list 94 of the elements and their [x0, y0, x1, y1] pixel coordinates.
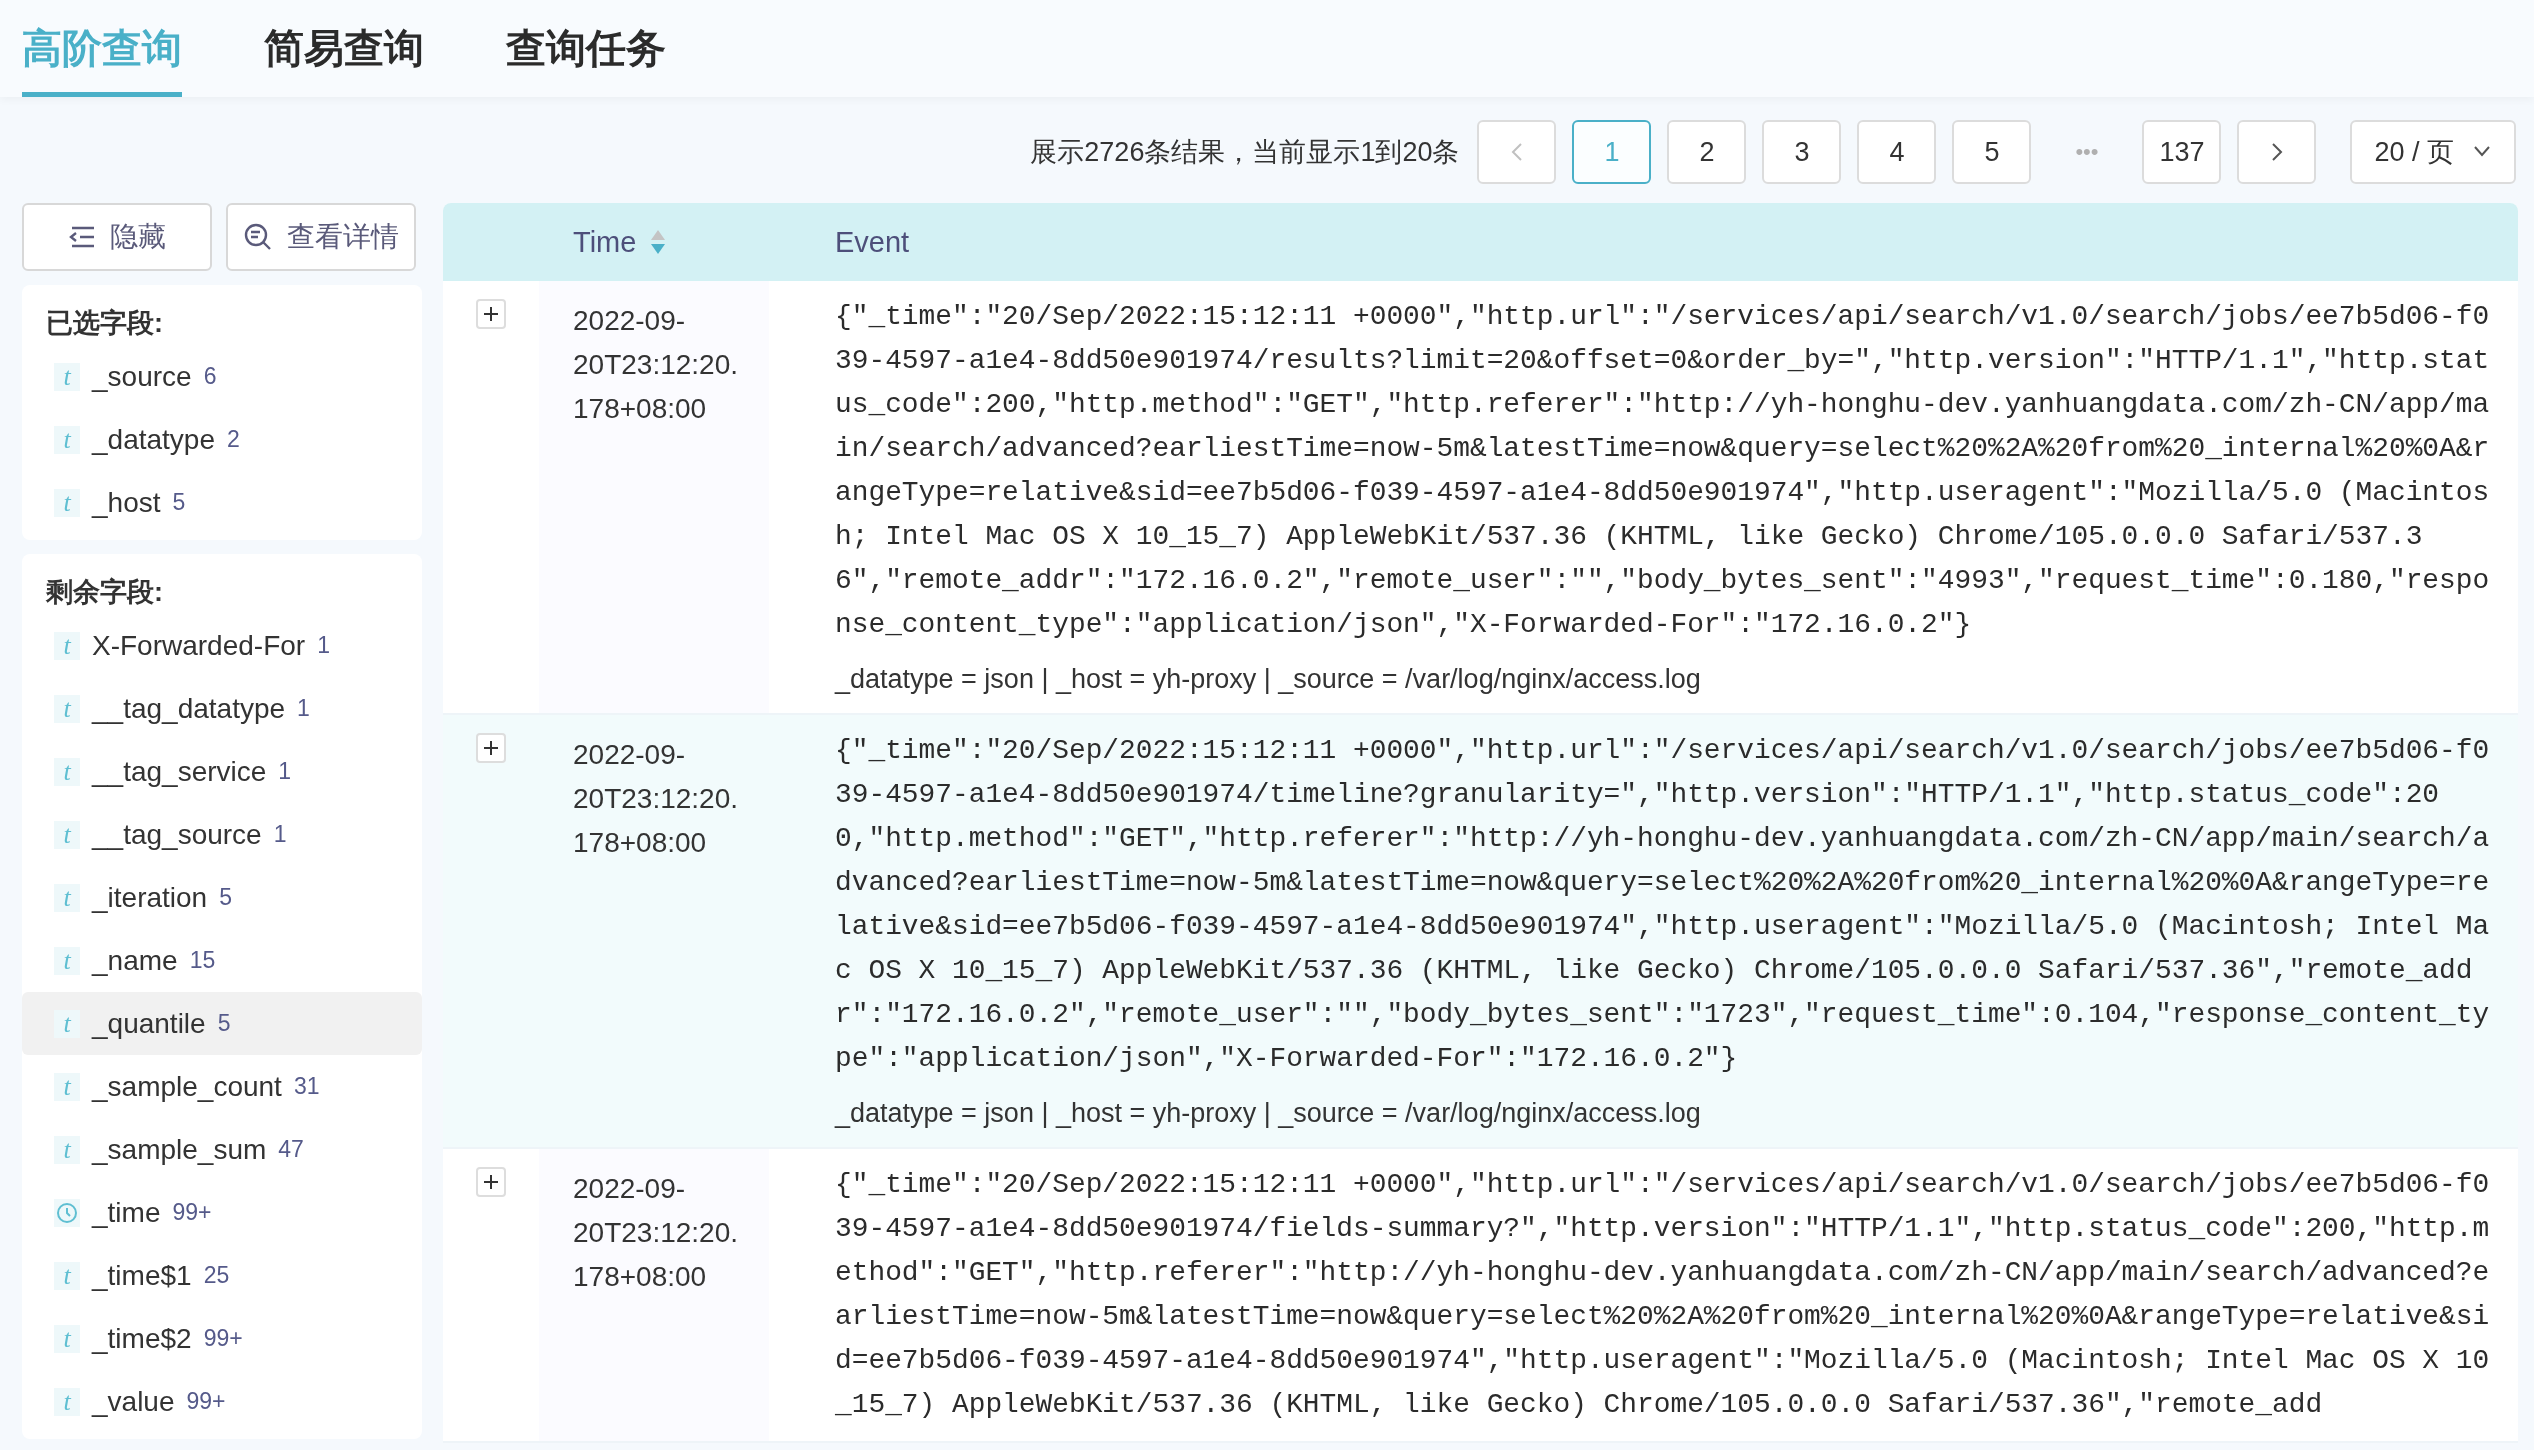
field-name: _iteration [92, 881, 208, 914]
text-type-icon: t [54, 1072, 80, 1101]
field-item[interactable]: t _quantile 5 [22, 992, 422, 1055]
page-size-select[interactable]: 20 / 页 [2350, 120, 2516, 184]
text-type-icon: t [54, 820, 80, 849]
page-button[interactable]: 137 [2142, 120, 2222, 184]
plus-icon [482, 739, 500, 757]
field-item[interactable]: t _time$2 99+ [22, 1307, 422, 1370]
field-count: 25 [203, 1262, 230, 1289]
field-name: _quantile [92, 1007, 206, 1040]
field-item[interactable]: t __tag_source 1 [22, 803, 422, 866]
text-type-icon: t [54, 488, 80, 517]
field-name: __tag_source [92, 818, 262, 851]
text-type-icon: t [54, 1261, 80, 1290]
text-type-icon: t [54, 1135, 80, 1164]
field-name: _host [92, 486, 161, 519]
field-count: 15 [189, 947, 216, 974]
text-type-icon: t [54, 946, 80, 975]
field-name: _datatype [92, 423, 215, 456]
field-count: 1 [273, 821, 287, 848]
field-count: 99+ [172, 1199, 212, 1226]
field-item[interactable]: t _value 99+ [22, 1370, 422, 1433]
field-item[interactable]: t X-Forwarded-For 1 [22, 614, 422, 677]
field-name: _sample_sum [92, 1133, 267, 1166]
section-title: 剩余字段: [45, 576, 164, 609]
field-name: _time$1 [92, 1259, 192, 1292]
field-item[interactable]: t _name 15 [22, 929, 422, 992]
text-type-icon: t [54, 631, 80, 660]
field-item[interactable]: t _iteration 5 [22, 866, 422, 929]
field-item[interactable]: t __tag_service 1 [22, 740, 422, 803]
tab[interactable]: 查询任务 [506, 0, 666, 97]
result-summary: 展示2726条结果，当前显示1到20条 [1030, 136, 1460, 169]
column-header[interactable]: Time [573, 225, 637, 259]
field-item[interactable]: t _sample_sum 47 [22, 1118, 422, 1181]
text-type-icon: t [54, 425, 80, 454]
field-item[interactable]: t _host 5 [22, 471, 422, 534]
field-count: 99+ [203, 1325, 243, 1352]
expand-button[interactable] [476, 1167, 506, 1197]
time-cell: 2022-09-20T23:12:20.178+08:00 [573, 739, 739, 858]
field-item[interactable]: t _sample_count 31 [22, 1055, 422, 1118]
page-button[interactable]: 5 [1952, 120, 2032, 184]
expand-button[interactable] [476, 299, 506, 329]
field-item[interactable]: t __tag_datatype 1 [22, 677, 422, 740]
toolbar-button[interactable]: 隐藏 [22, 203, 212, 271]
field-count: 1 [278, 758, 292, 785]
field-item[interactable]: t _datatype 2 [22, 408, 422, 471]
page-button[interactable]: 2 [1667, 120, 1747, 184]
field-item[interactable]: t _time$1 25 [22, 1244, 422, 1307]
search-icon [243, 222, 273, 252]
text-type-icon: t [54, 1387, 80, 1416]
field-item[interactable]: t _source 6 [22, 345, 422, 408]
time-cell: 2022-09-20T23:12:20.178+08:00 [573, 305, 739, 424]
field-count: 6 [203, 363, 217, 390]
event-text: {"_time":"20/Sep/2022:15:12:11 +0000","http.url":"/services/api/search/v1.0/search/jobs/ee7b5d06-f039-4597-a1e4-8dd50e901974/results?limit=20&offset=0&order_by=","http.version":"HTTP/1.1","http.status_code":200,"http.method":"GET","http.referer":"http://yh-honghu-dev.yanhuangdata.com/zh-CN/app/main/search/advanced?earliestTime=now-5m&latestTime=now&query=select%20%2A%20from%20_internal%20%0A&rangeType=relative&sid=ee7b5d06-f039-4597-a1e4-8dd50e901974","http.useragent":"Mozilla/5.0 (Macintosh; Intel Mac OS X 10_15_7) AppleWebKit/537.36 (KHTML, like Gecko) Chrome/105.0.0.0 Safari/537.36","remote_addr":"172.16.0.2","remote_user":"","body_bytes_sent":"4993","request_time":0.180,"response_content_type":"application/json","X-Forwarded-For":"172.16.0.2"} [835, 300, 2491, 642]
field-count: 31 [293, 1073, 320, 1100]
expand-button[interactable] [476, 733, 506, 763]
column-header: Event [835, 225, 910, 259]
field-name: __tag_service [92, 755, 267, 788]
field-name: _sample_count [92, 1070, 282, 1103]
field-item[interactable]: _time 99+ [22, 1181, 422, 1244]
field-count: 47 [278, 1136, 304, 1163]
indent-icon [68, 225, 96, 249]
field-count: 1 [317, 632, 330, 659]
field-name: _value [92, 1385, 175, 1418]
event-text: {"_time":"20/Sep/2022:15:12:11 +0000","http.url":"/services/api/search/v1.0/search/jobs/ee7b5d06-f039-4597-a1e4-8dd50e901974/fields-summary?","http.version":"HTTP/1.1","http.status_code":200,"http.method":"GET","http.referer":"http://yh-honghu-dev.yanhuangdata.com/zh-CN/app/main/search/advanced?earliestTime=now-5m&latestTime=now&query=select%20%2A%20from%20_internal%20%0A&rangeType=relative&sid=ee7b5d06-f039-4597-a1e4-8dd50e901974","http.useragent":"Mozilla/5.0 (Macintosh; Intel Mac OS X 10_15_7) AppleWebKit/537.36 (KHTML, like Gecko) Chrome/105.0.0.0 Safari/537.36","remote_add [835, 1168, 2491, 1422]
text-type-icon: t [54, 1009, 80, 1038]
field-count: 99+ [186, 1388, 226, 1415]
tab[interactable]: 简易查询 [264, 0, 424, 97]
event-text: {"_time":"20/Sep/2022:15:12:11 +0000","http.url":"/services/api/search/v1.0/search/jobs/ee7b5d06-f039-4597-a1e4-8dd50e901974/timeline?granularity=","http.version":"HTTP/1.1","http.status_code":200,"http.method":"GET","http.referer":"http://yh-honghu-dev.yanhuangdata.com/zh-CN/app/main/search/advanced?earliestTime=now-5m&latestTime=now&query=select%20%2A%20from%20_internal%20%0A&rangeType=relative&sid=ee7b5d06-f039-4597-a1e4-8dd50e901974","http.useragent":"Mozilla/5.0 (Macintosh; Intel Mac OS X 10_15_7) AppleWebKit/537.36 (KHTML, like Gecko) Chrome/105.0.0.0 Safari/537.36","remote_addr":"172.16.0.2","remote_user":"","body_bytes_sent":"1723","request_time":0.104,"response_content_type":"application/json","X-Forwarded-For":"172.16.0.2"} [835, 734, 2491, 1076]
toolbar-button[interactable]: 查看详情 [226, 203, 416, 271]
plus-icon [482, 1173, 500, 1191]
field-count: 1 [297, 695, 310, 722]
text-type-icon: t [54, 883, 80, 912]
field-name: _source [92, 360, 192, 393]
field-name: X-Forwarded-For [92, 629, 306, 662]
field-name: _time$2 [92, 1322, 192, 1355]
text-type-icon: t [54, 362, 80, 391]
field-name: _name [92, 944, 178, 977]
field-name: __tag_datatype [92, 692, 286, 725]
field-count: 5 [172, 489, 186, 516]
field-count: 2 [227, 426, 240, 453]
field-count: 5 [219, 884, 232, 911]
page-button[interactable]: 4 [1857, 120, 1937, 184]
time-cell: 2022-09-20T23:12:20.178+08:00 [573, 1173, 739, 1292]
event-metadata: _datatype = json | _host = yh-proxy | _source = /var/log/nginx/access.log [835, 663, 1702, 696]
plus-icon [482, 305, 500, 323]
event-metadata: _datatype = json | _host = yh-proxy | _source = /var/log/nginx/access.log [835, 1097, 1702, 1130]
field-count: 5 [217, 1010, 231, 1037]
text-type-icon: t [54, 1324, 80, 1353]
field-name: _time [92, 1196, 161, 1229]
text-type-icon: t [54, 757, 80, 786]
text-type-icon: t [54, 694, 80, 723]
page-button[interactable]: 3 [1762, 120, 1842, 184]
section-title: 已选字段: [45, 307, 164, 340]
